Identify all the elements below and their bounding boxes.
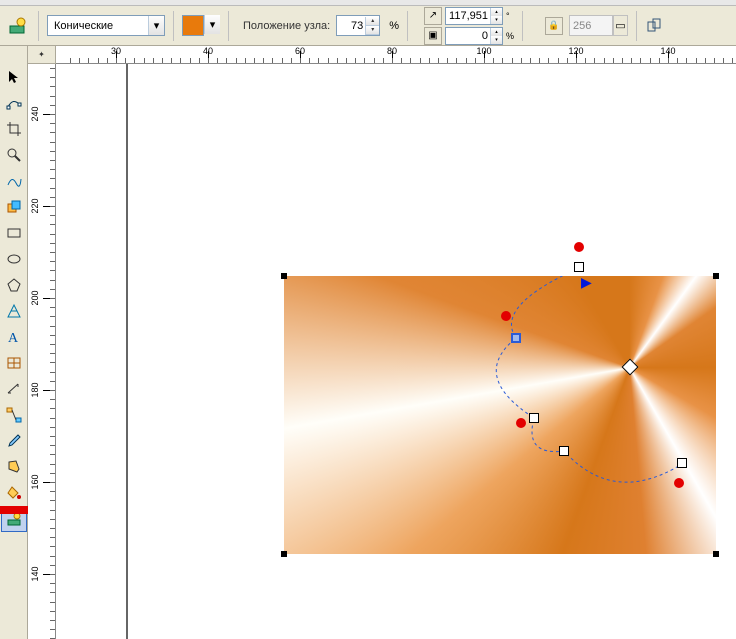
chevron-down-icon[interactable]: ▾ xyxy=(204,15,220,34)
spinner-up-icon[interactable]: ▴ xyxy=(490,8,502,16)
gradient-node-selected[interactable] xyxy=(511,333,521,343)
table-tool-icon[interactable] xyxy=(1,350,27,376)
toolbox: A xyxy=(0,46,28,639)
cursor-icon: ▶ xyxy=(581,274,592,291)
polygon-tool-icon[interactable] xyxy=(1,272,27,298)
gradient-node[interactable] xyxy=(677,458,687,468)
steps-toggle-icon[interactable]: ▭ xyxy=(613,15,628,36)
text-tool-icon[interactable]: A xyxy=(1,324,27,350)
freehand-tool-icon[interactable] xyxy=(1,168,27,194)
divider xyxy=(38,11,39,41)
node-position-spinner[interactable]: ▴ ▾ xyxy=(336,15,380,36)
selection-handle[interactable] xyxy=(281,551,287,557)
pad-icon[interactable]: ▣ xyxy=(424,27,442,45)
degree-label: ° xyxy=(506,11,510,21)
smart-fill-tool-icon[interactable] xyxy=(1,194,27,220)
fill-color-swatch[interactable] xyxy=(182,15,204,36)
page-boundary xyxy=(126,64,128,639)
selection-handle[interactable] xyxy=(281,273,287,279)
ellipse-tool-icon[interactable] xyxy=(1,246,27,272)
midpoint-handle[interactable] xyxy=(501,311,511,321)
gradient-type-combo[interactable]: Конические ▾ xyxy=(47,15,165,36)
svg-text:A: A xyxy=(8,331,19,345)
shape-tool-icon[interactable] xyxy=(1,90,27,116)
spinner-down-icon[interactable]: ▾ xyxy=(490,36,502,44)
divider xyxy=(522,11,523,41)
lock-icon[interactable]: 🔒 xyxy=(545,17,563,35)
spinner-up-icon[interactable]: ▴ xyxy=(490,28,502,36)
dimension-tool-icon[interactable] xyxy=(1,376,27,402)
rectangle-tool-icon[interactable] xyxy=(1,220,27,246)
spinner-down-icon[interactable]: ▾ xyxy=(365,26,379,35)
steps-field xyxy=(569,15,613,36)
node-position-input[interactable] xyxy=(337,20,365,32)
gradient-node[interactable] xyxy=(529,413,539,423)
ruler-corner[interactable]: ✦ xyxy=(28,46,56,64)
angle-input[interactable] xyxy=(446,10,490,22)
main-area: A ✦ 30 40 60 80 100 120 140 xyxy=(0,46,736,639)
divider xyxy=(173,11,174,41)
pad-spinner[interactable]: ▴ ▾ xyxy=(445,27,503,45)
gradient-node[interactable] xyxy=(559,446,569,456)
vertical-ruler[interactable]: 240 220 200 180 160 140 xyxy=(28,64,56,639)
divider xyxy=(407,11,408,41)
chevron-down-icon[interactable]: ▾ xyxy=(148,16,164,35)
percent-label: % xyxy=(389,20,399,32)
selected-object[interactable]: ▶ xyxy=(284,276,716,554)
spinner-up-icon[interactable]: ▴ xyxy=(365,17,379,26)
outline-tool-icon[interactable] xyxy=(1,454,27,480)
selection-handle[interactable] xyxy=(713,551,719,557)
gradient-type-value: Конические xyxy=(48,20,148,32)
angle-spinner[interactable]: ▴ ▾ xyxy=(445,7,503,25)
options-bar: Конические ▾ ▾ Положение узла: ▴ ▾ % ↗ ▴… xyxy=(0,6,736,46)
divider xyxy=(636,11,637,41)
steps-input xyxy=(570,20,600,32)
interactive-fill-icon xyxy=(6,14,30,38)
eyedropper-tool-icon[interactable] xyxy=(1,428,27,454)
spinner-down-icon[interactable]: ▾ xyxy=(490,16,502,24)
zoom-tool-icon[interactable] xyxy=(1,142,27,168)
pad-input[interactable] xyxy=(446,30,490,42)
basic-shapes-tool-icon[interactable] xyxy=(1,298,27,324)
connector-tool-icon[interactable] xyxy=(1,402,27,428)
fill-tool-icon[interactable] xyxy=(1,480,27,506)
pick-tool-icon[interactable] xyxy=(1,64,27,90)
midpoint-handle[interactable] xyxy=(674,478,684,488)
divider xyxy=(228,11,229,41)
node-position-label: Положение узла: xyxy=(243,20,330,32)
gradient-node[interactable] xyxy=(574,262,584,272)
angle-icon[interactable]: ↗ xyxy=(424,7,442,25)
copy-properties-icon[interactable] xyxy=(645,16,665,36)
midpoint-handle[interactable] xyxy=(574,242,584,252)
horizontal-ruler[interactable]: 30 40 60 80 100 120 140 xyxy=(56,46,736,64)
midpoint-handle[interactable] xyxy=(516,418,526,428)
document-area: ✦ 30 40 60 80 100 120 140 240 220 200 18 xyxy=(28,46,736,639)
selection-handle[interactable] xyxy=(713,273,719,279)
conical-gradient-fill xyxy=(284,276,716,554)
percent-label: % xyxy=(506,31,514,41)
canvas[interactable]: ▶ xyxy=(56,64,736,639)
crop-tool-icon[interactable] xyxy=(1,116,27,142)
angle-group: ↗ ▴ ▾ ° ▣ ▴ ▾ % xyxy=(424,7,514,45)
